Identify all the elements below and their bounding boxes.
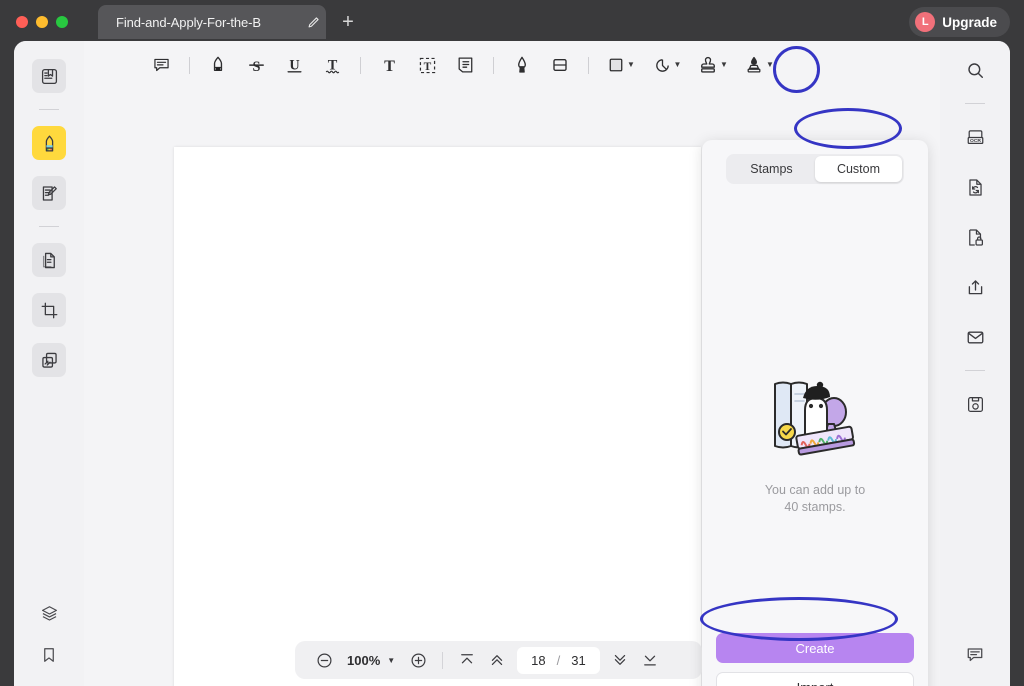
eraser-tool[interactable] (541, 48, 579, 82)
document-tab-title: Find-and-Apply-For-the-B (116, 15, 300, 30)
highlight-tool[interactable] (199, 48, 237, 82)
signature-tool-chevron-down-icon[interactable]: ▼ (766, 61, 774, 69)
sidebar-item-save[interactable] (958, 387, 992, 421)
tab-stamps[interactable]: Stamps (728, 156, 815, 182)
comment-tool[interactable] (142, 48, 180, 82)
page-separator: / (557, 653, 561, 668)
total-pages-value: 31 (571, 653, 585, 668)
signature-tool[interactable]: ▼ (736, 48, 782, 82)
sidebar-divider-1 (39, 109, 59, 110)
empty-state-note-line2: 40 stamps. (765, 499, 865, 516)
svg-text:T: T (423, 60, 431, 72)
squiggly-underline-tool[interactable]: T (313, 48, 351, 82)
toolbar-divider-2 (360, 57, 361, 74)
underline-tool[interactable]: U (275, 48, 313, 82)
sidebar-item-convert[interactable] (958, 170, 992, 204)
title-bar: Find-and-Apply-For-the-B + L Upgrade (0, 0, 1024, 44)
left-sidebar (14, 41, 84, 686)
rename-pencil-icon[interactable] (300, 5, 326, 39)
stamp-panel-actions: Create Import (716, 633, 914, 686)
strikethrough-tool[interactable]: S (237, 48, 275, 82)
document-tab[interactable]: Find-and-Apply-For-the-B (98, 5, 326, 39)
stamp-popup-panel: Stamps Custom (702, 140, 928, 686)
toolbar-divider-4 (588, 57, 589, 74)
sidebar-item-highlighter[interactable] (32, 126, 66, 160)
zoom-out-button[interactable] (309, 646, 339, 674)
pagebar-divider (442, 652, 443, 669)
text-box-tool[interactable]: T (408, 48, 446, 82)
maximize-window-button[interactable] (56, 16, 68, 28)
first-page-button[interactable] (452, 646, 482, 674)
document-page (174, 147, 701, 686)
sidebar-item-annotate[interactable] (32, 176, 66, 210)
svg-text:U: U (289, 57, 299, 73)
upgrade-button[interactable]: L Upgrade (909, 7, 1010, 37)
svg-text:T: T (384, 56, 395, 74)
new-tab-button[interactable]: + (336, 10, 360, 34)
stamp-tool[interactable]: ▼ (690, 48, 736, 82)
right-sidebar: OCR (940, 41, 1010, 686)
sidebar-item-comments-panel[interactable] (958, 638, 992, 672)
toolbar-divider-3 (493, 57, 494, 74)
sidebar-item-search[interactable] (958, 53, 992, 87)
pen-tool[interactable] (503, 48, 541, 82)
sidebar-item-share[interactable] (958, 270, 992, 304)
close-window-button[interactable] (16, 16, 28, 28)
zoom-level-control[interactable]: 100% ▼ (347, 653, 395, 668)
empty-state-note-line1: You can add up to (765, 482, 865, 499)
upgrade-label: Upgrade (942, 15, 997, 30)
main-window: S U T T (14, 41, 1010, 686)
tab-custom[interactable]: Custom (815, 156, 902, 182)
sidebar-item-ocr[interactable]: OCR (958, 120, 992, 154)
upgrade-badge-icon: L (915, 12, 935, 32)
minimize-window-button[interactable] (36, 16, 48, 28)
svg-text:OCR: OCR (969, 138, 980, 144)
shape-tool-chevron-down-icon[interactable]: ▼ (627, 61, 635, 69)
zoom-in-button[interactable] (403, 646, 433, 674)
zoom-chevron-down-icon[interactable]: ▼ (387, 656, 395, 665)
sidebar-item-crop[interactable] (32, 293, 66, 327)
next-page-button[interactable] (605, 646, 635, 674)
sidebar-item-reader-view[interactable] (32, 59, 66, 93)
toolbar-divider-1 (189, 57, 190, 74)
empty-state-note: You can add up to 40 stamps. (765, 482, 865, 516)
right-sidebar-divider-2 (965, 370, 985, 371)
create-stamp-button[interactable]: Create (716, 633, 914, 663)
annotation-toolbar: S U T T (84, 41, 940, 89)
previous-page-button[interactable] (482, 646, 512, 674)
ink-shape-tool-chevron-down-icon[interactable]: ▼ (674, 61, 682, 69)
svg-text:S: S (252, 58, 260, 74)
page-number-field[interactable]: 18 / 31 (517, 647, 600, 674)
stamp-panel-tabs: Stamps Custom (726, 154, 904, 184)
traffic-light-controls (16, 16, 68, 28)
sidebar-divider-2 (39, 226, 59, 227)
sidebar-item-email[interactable] (958, 320, 992, 354)
last-page-button[interactable] (635, 646, 665, 674)
import-stamp-button[interactable]: Import (716, 672, 914, 686)
sidebar-item-layers[interactable] (32, 596, 66, 630)
sidebar-item-page-edit[interactable] (32, 243, 66, 277)
ink-shape-tool[interactable]: ▼ (644, 48, 690, 82)
stamp-tool-chevron-down-icon[interactable]: ▼ (720, 61, 728, 69)
current-page-value: 18 (531, 653, 545, 668)
text-tool[interactable]: T (370, 48, 408, 82)
page-navigation-bar: 100% ▼ 18 / 31 (295, 641, 702, 679)
shape-tool[interactable]: ▼ (598, 48, 644, 82)
note-tool[interactable] (446, 48, 484, 82)
sidebar-item-protect[interactable] (958, 220, 992, 254)
app-window: Find-and-Apply-For-the-B + L Upgrade (0, 0, 1024, 686)
empty-state-illustration (765, 376, 865, 462)
sidebar-item-organize[interactable] (32, 343, 66, 377)
right-sidebar-divider-1 (965, 103, 985, 104)
zoom-level-value: 100% (347, 653, 380, 668)
sidebar-item-bookmark[interactable] (32, 638, 66, 672)
